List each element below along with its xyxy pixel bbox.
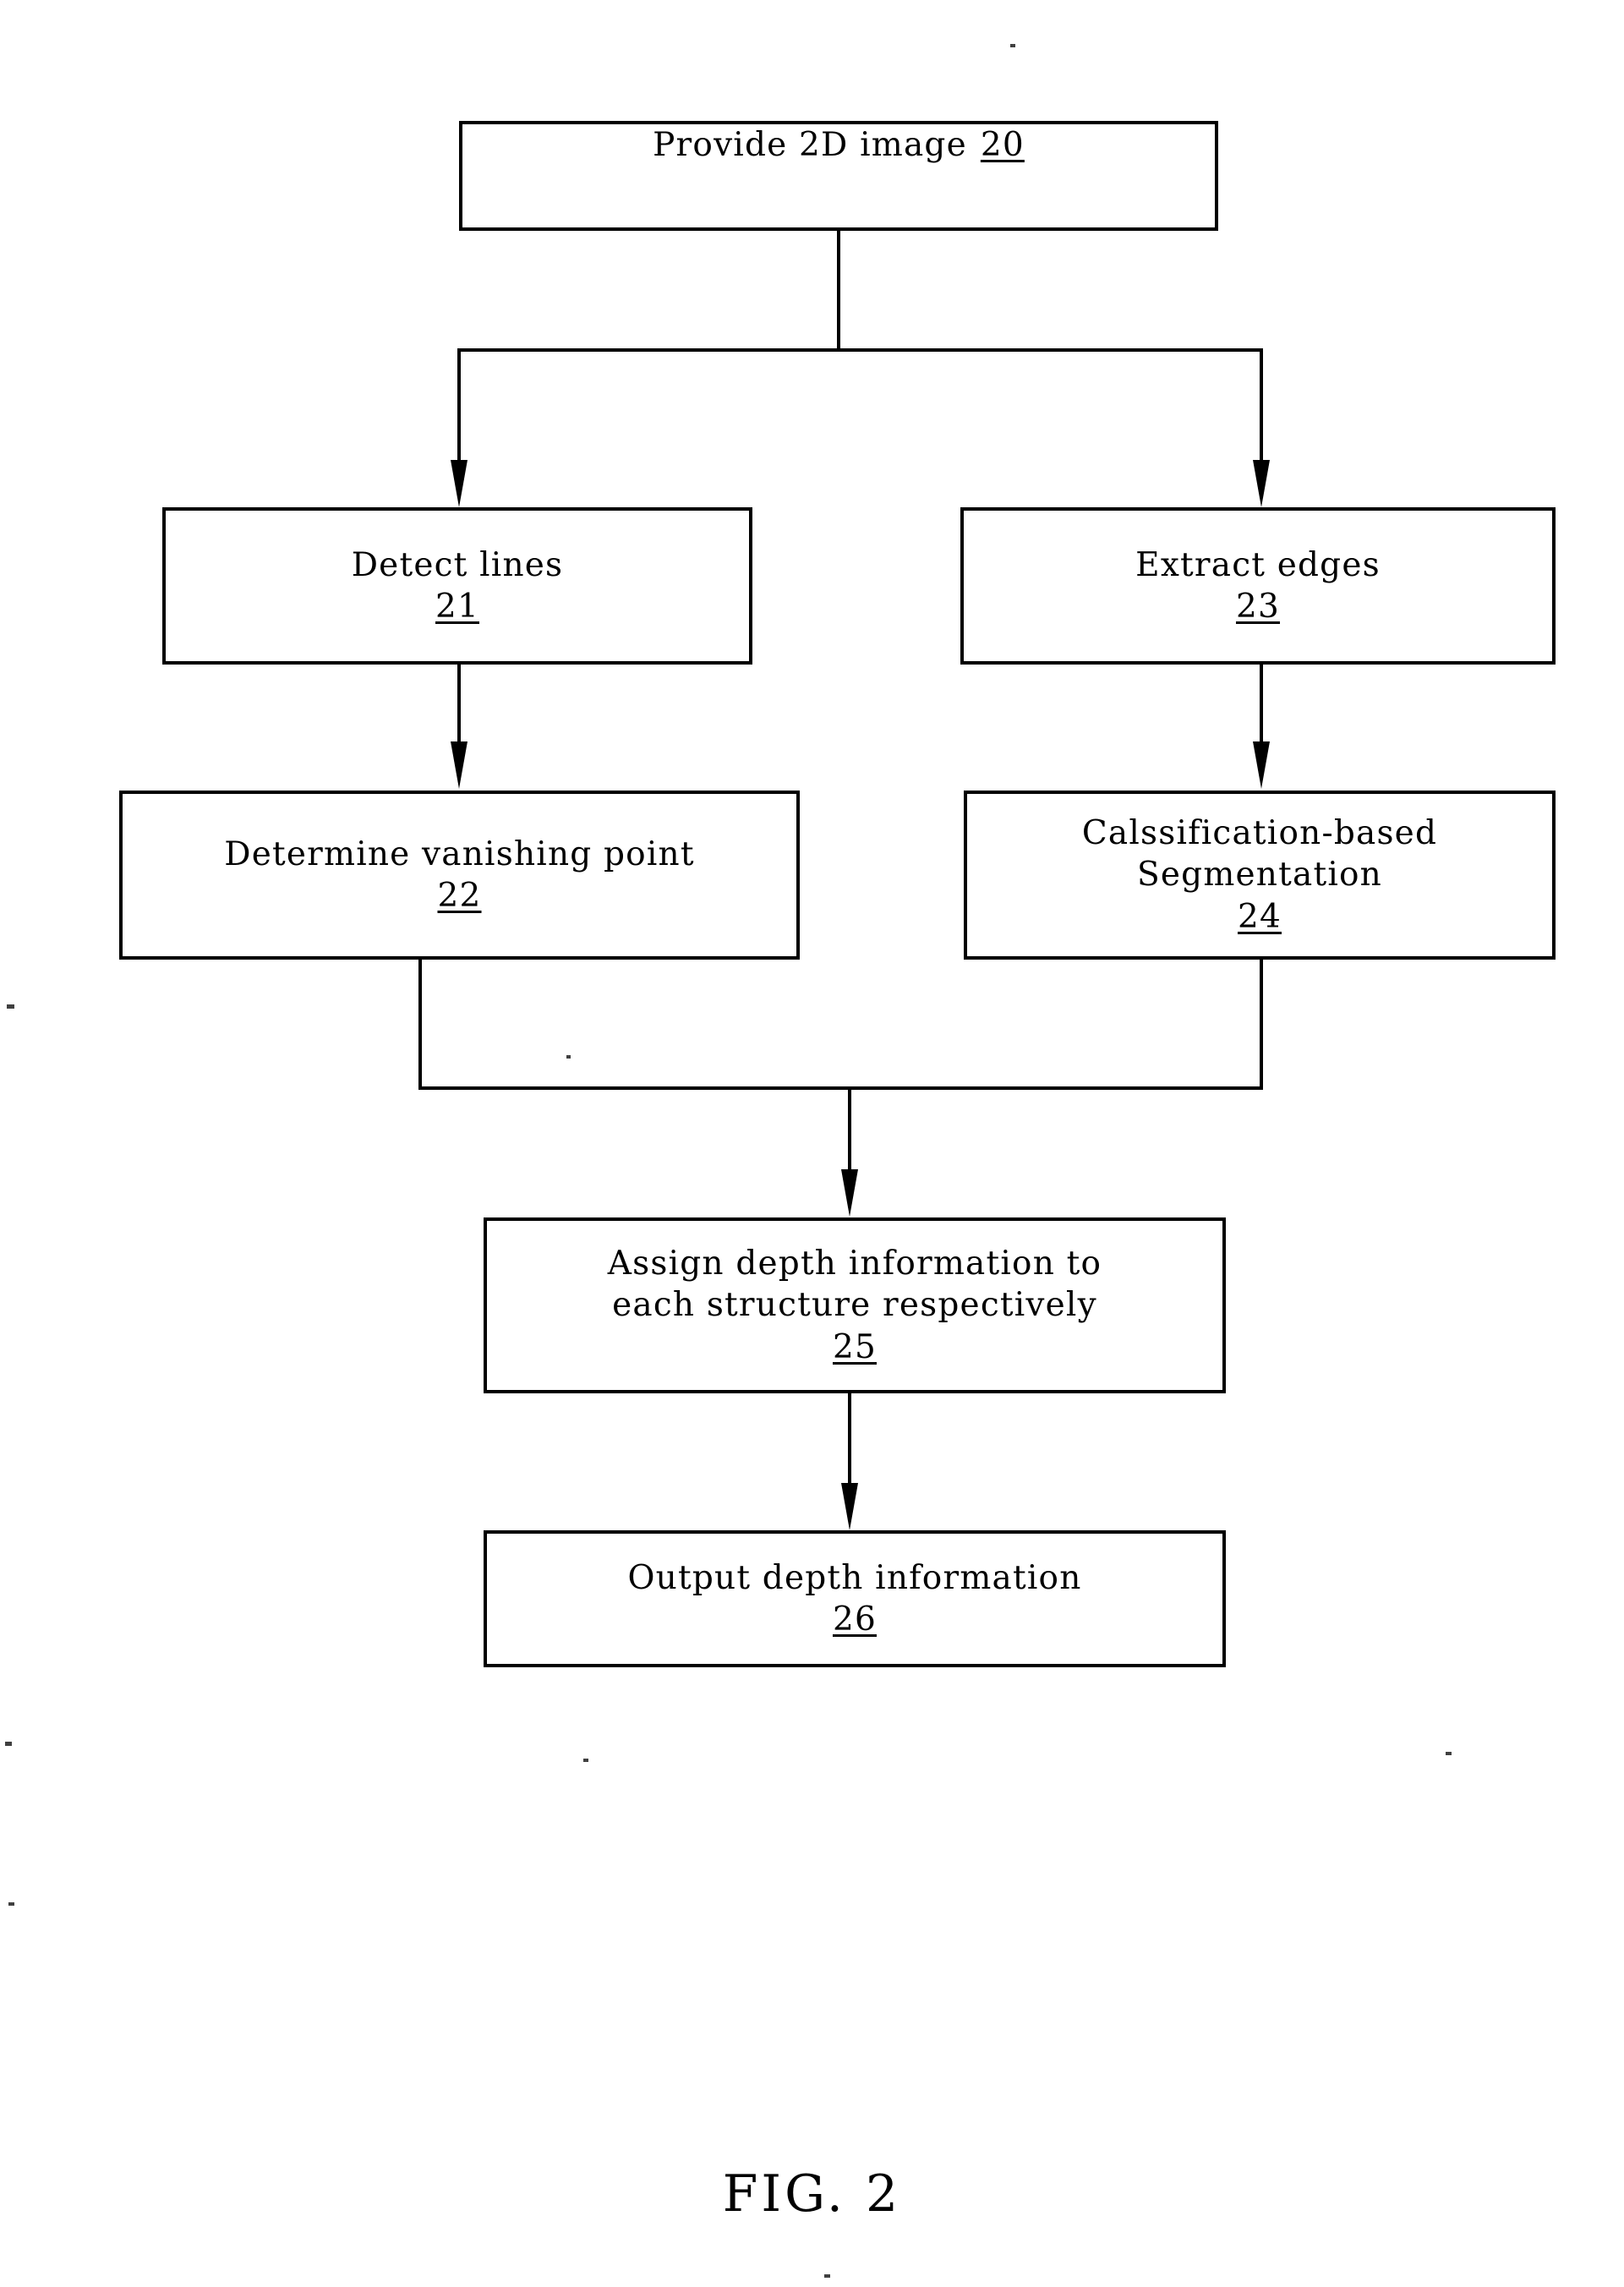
flow-node-classification-based-segmentation: Calssification-based Segmentation 24 (964, 791, 1556, 960)
flow-node-reference-numeral: 24 (1237, 897, 1282, 936)
flow-node-reference-numeral: 20 (980, 126, 1025, 164)
connector-24-to-merge (1260, 960, 1263, 1090)
flow-node-label: Provide 2D image (653, 126, 967, 164)
flow-node-label-line-1: Assign depth information to (607, 1245, 1102, 1283)
arrowhead-20-to-21 (451, 460, 468, 507)
scan-speckle (824, 2274, 830, 2278)
flow-node-reference-numeral: 23 (1235, 588, 1281, 626)
scan-speckle (583, 1759, 588, 1762)
patent-figure-page: Provide 2D image 20 Detect lines 21 Extr… (0, 0, 1624, 2287)
arrowhead-20-to-23 (1253, 460, 1270, 507)
flow-node-label: Extract edges (1135, 545, 1381, 584)
connector-merge-bar (418, 1086, 1263, 1090)
arrowhead-21-to-22 (451, 741, 468, 789)
scan-speckle (7, 1004, 14, 1009)
connector-22-to-merge (418, 960, 422, 1090)
flow-node-provide-2d-image: Provide 2D image 20 (459, 121, 1218, 231)
flow-node-determine-vanishing-point: Determine vanishing point 22 (119, 791, 800, 960)
connector-20-stem (837, 231, 840, 350)
connector-split-bar (459, 348, 1263, 352)
flow-node-reference-numeral: 26 (832, 1600, 878, 1639)
flow-node-reference-numeral: 22 (437, 877, 482, 915)
connector-21-to-22 (457, 665, 461, 743)
flow-node-assign-depth-information: Assign depth information to each structu… (484, 1217, 1226, 1393)
connector-25-to-26 (848, 1393, 851, 1485)
flow-node-detect-lines: Detect lines 21 (162, 507, 752, 665)
connector-23-to-24 (1260, 665, 1263, 743)
flow-node-label: Detect lines (351, 545, 564, 584)
figure-caption: FIG. 2 (722, 2164, 902, 2224)
arrowhead-25-to-26 (841, 1483, 858, 1530)
flow-node-label: Determine vanishing point (224, 834, 695, 873)
flow-node-label-line-1: Calssification-based (1081, 814, 1438, 853)
scan-speckle (566, 1055, 571, 1059)
scan-speckle (5, 1742, 12, 1746)
flow-node-reference-numeral: 21 (435, 588, 480, 626)
connector-20-to-21-drop (457, 348, 461, 462)
scan-speckle (1446, 1752, 1452, 1755)
flow-node-label: Output depth information (627, 1558, 1082, 1597)
flow-node-output-depth-information: Output depth information 26 (484, 1530, 1226, 1667)
scan-speckle (1010, 44, 1015, 47)
arrowhead-merge-to-25 (841, 1169, 858, 1217)
flow-node-reference-numeral: 25 (832, 1327, 878, 1366)
flow-node-extract-edges: Extract edges 23 (960, 507, 1556, 665)
connector-merge-to-25-stem (848, 1086, 851, 1171)
flow-node-label-line-2: each structure respectively (612, 1286, 1097, 1325)
arrowhead-23-to-24 (1253, 741, 1270, 789)
flow-node-label-line-2: Segmentation (1136, 856, 1382, 895)
connector-20-to-23-drop (1260, 348, 1263, 462)
scan-speckle (8, 1902, 14, 1906)
